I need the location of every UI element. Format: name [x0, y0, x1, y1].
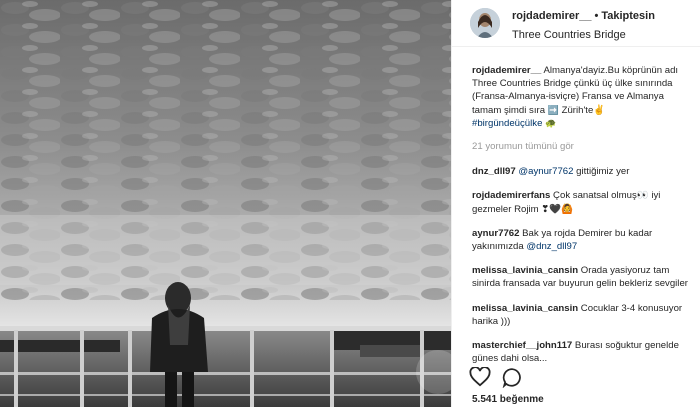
header-username[interactable]: rojdademirer__ — [512, 10, 591, 22]
comments-list: rojdademirer__ Almanya'dayiz.Bu köprünün… — [472, 64, 694, 376]
avatar[interactable] — [470, 8, 500, 38]
post-side-panel: rojdademirer__ • Takiptesin Three Countrie… — [451, 0, 700, 407]
comment-mention[interactable]: @aynur7762 — [518, 166, 573, 177]
comment-mention[interactable]: @dnz_dll97 — [526, 241, 577, 252]
avatar-image — [470, 8, 500, 38]
post-photo[interactable] — [0, 0, 451, 407]
comment: masterchief__john117 Burası soğuktur gen… — [472, 339, 694, 365]
header-user-line: rojdademirer__ • Takiptesin — [512, 10, 655, 22]
caption: rojdademirer__ Almanya'dayiz.Bu köprünün… — [472, 64, 694, 130]
comment: dnz_dll97 @aynur7762 gittiğimiz yer — [472, 165, 694, 178]
comment-username[interactable]: melissa_lavinia_cansin — [472, 265, 578, 276]
caption-username[interactable]: rojdademirer__ — [472, 65, 541, 76]
header-separator: • — [594, 10, 599, 22]
comment: rojdademirerfans Çok sanatsal olmuş👀 iyi… — [472, 189, 694, 215]
comment-username[interactable]: masterchief__john117 — [472, 340, 572, 351]
comment-username[interactable]: melissa_lavinia_cansin — [472, 303, 578, 314]
heart-icon[interactable] — [469, 366, 491, 392]
post-header: rojdademirer__ • Takiptesin Three Countrie… — [452, 0, 700, 47]
comment-text: gittiğimiz yer — [573, 166, 630, 178]
comment-username[interactable]: rojdademirerfans — [472, 190, 550, 201]
heart-icon-svg — [469, 366, 491, 387]
post-actions — [469, 366, 569, 392]
likes-count[interactable]: 5.541 beğenme — [472, 394, 544, 405]
comment-icon-svg — [502, 368, 521, 389]
turtle-emoji: 🐢 — [545, 117, 557, 128]
comment-icon[interactable] — [502, 367, 523, 393]
view-all-comments-link[interactable]: 21 yorumun tümünü gör — [472, 140, 694, 153]
comment-username[interactable]: dnz_dll97 — [472, 166, 516, 177]
arrow-emoji: ➡️ — [547, 104, 559, 115]
location-link[interactable]: Three Countries Bridge — [512, 29, 626, 41]
caption-text-2: Zürih'te — [558, 104, 594, 116]
victory-hand-emoji: ✌ — [593, 104, 606, 116]
comment-username[interactable]: aynur7762 — [472, 228, 519, 239]
bridge-photo-image — [0, 0, 451, 407]
comment: melissa_lavinia_cansin Cocuklar 3-4 konu… — [472, 302, 694, 328]
hashtag-link[interactable]: #birgündeüçülke — [472, 118, 542, 129]
follow-status-button[interactable]: Takiptesin — [601, 10, 655, 22]
comment: aynur7762 Bak ya rojda Demirer bu kadar … — [472, 227, 694, 253]
comment: melissa_lavinia_cansin Orada yasiyoruz t… — [472, 264, 694, 290]
